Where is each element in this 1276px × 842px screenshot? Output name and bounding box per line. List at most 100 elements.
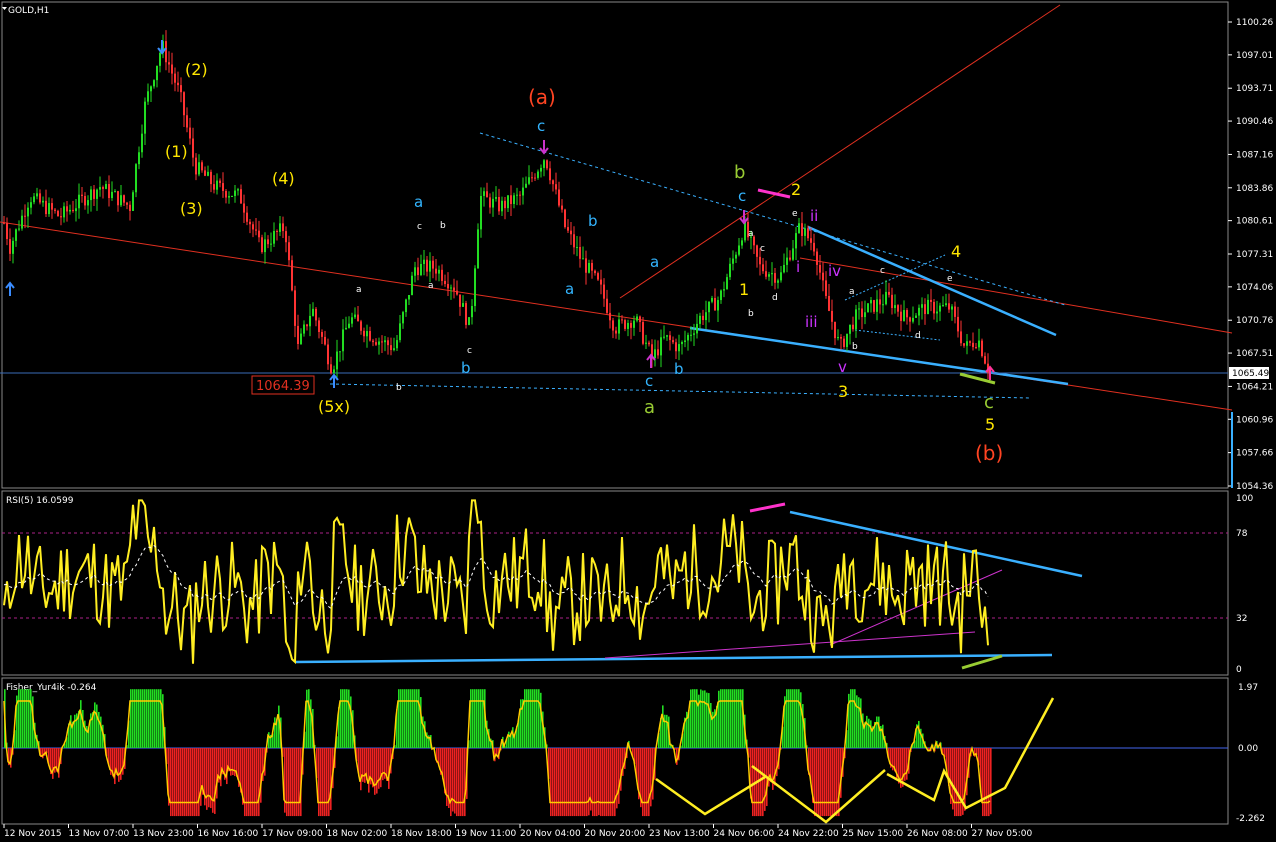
candle-body — [444, 280, 446, 284]
fisher-bar — [476, 689, 478, 748]
fisher-bar — [666, 714, 668, 748]
candle-body — [513, 195, 515, 205]
candle-body — [621, 319, 623, 321]
rsi-panel: 100 78 32 0 — [2, 494, 1253, 675]
fisher-bar — [690, 689, 692, 748]
candle-body — [366, 331, 368, 337]
candle-body — [324, 336, 326, 345]
fisher-bar — [588, 748, 590, 816]
fisher-bar — [650, 748, 652, 807]
fisher-bar — [292, 748, 294, 817]
candle-body — [3, 222, 5, 224]
candle-body — [312, 308, 314, 316]
candle-body — [951, 306, 953, 310]
y-tick-label: 1074.06 — [1236, 283, 1273, 293]
fisher-bar — [836, 748, 838, 817]
fisher-bar — [418, 689, 420, 748]
candle-body — [654, 349, 656, 359]
candle-body — [417, 267, 419, 276]
candle-body — [777, 280, 779, 283]
candle-body — [543, 160, 545, 168]
candle-body — [102, 187, 104, 189]
fisher-bar — [132, 689, 134, 748]
candle-body — [924, 304, 926, 315]
candle-body — [867, 303, 869, 313]
fisher-bar — [274, 717, 276, 748]
x-axis: 12 Nov 2015 13 Nov 07:00 13 Nov 23:00 16 No… — [3, 824, 1032, 839]
fisher-bar — [726, 689, 728, 748]
candle-body — [246, 212, 248, 222]
candle-body — [681, 341, 683, 345]
candle-body — [531, 177, 533, 179]
fisher-bar — [306, 689, 308, 748]
dropdown-triangle-icon[interactable] — [2, 7, 7, 10]
candle-body — [918, 307, 920, 316]
candle-body — [447, 283, 449, 289]
rsi-blue-resistance — [789, 510, 1083, 578]
fisher-bar — [290, 748, 292, 817]
wave-label: (5x) — [318, 397, 350, 416]
blue-small-upper — [844, 254, 946, 301]
wave-label: 2 — [791, 180, 801, 199]
y-tick-label: 1087.16 — [1236, 150, 1273, 160]
candle-body — [939, 305, 941, 312]
fisher-bar — [192, 748, 194, 817]
trading-chart[interactable]: GOLD,H1 RSI(5) 16.0599 Fisher_Yur4ik -0.… — [0, 0, 1276, 842]
candle-body — [843, 338, 845, 347]
candle-body — [903, 310, 905, 321]
candle-body — [63, 206, 65, 218]
candle-body — [936, 311, 938, 314]
fisher-bar — [380, 748, 382, 788]
candle-body — [237, 189, 239, 191]
svg-text:b: b — [440, 221, 446, 231]
candle-body — [885, 291, 887, 305]
candle-body — [612, 320, 614, 331]
fisher-bar — [560, 748, 562, 817]
candle-body — [699, 315, 701, 324]
candle-body — [474, 268, 476, 307]
fisher-bar — [956, 748, 958, 817]
fisher-bar — [96, 704, 98, 748]
rsi-line — [3, 499, 989, 665]
wave-label: 5 — [985, 415, 995, 434]
candle-body — [279, 223, 281, 232]
candle-body — [60, 216, 62, 218]
candle-body — [396, 340, 398, 349]
candle-body — [486, 191, 488, 198]
candle-body — [759, 256, 761, 265]
fisher-bar — [598, 748, 600, 816]
candle-body — [705, 312, 707, 321]
candle-body — [288, 242, 290, 261]
fisher-bar — [730, 689, 732, 748]
y-axis-main: 1100.26 1097.01 1093.71 1090.46 1087.16 1083.… — [1228, 18, 1273, 492]
candle-body — [927, 299, 929, 315]
fisher-bar — [22, 689, 24, 748]
fisher-bar — [520, 699, 522, 748]
candle-body — [915, 315, 917, 318]
candle-body — [792, 248, 794, 260]
candle-body — [159, 52, 161, 66]
candle-body — [825, 280, 827, 296]
wave-labels: (2) (1) (3) (4) (5x) (a) (b) b a c 2 1 3… — [165, 60, 1003, 465]
x-tick-label: 23 Nov 13:00 — [649, 829, 710, 839]
fisher-bar — [594, 748, 596, 817]
fisher-bar — [964, 748, 966, 811]
candle-body — [372, 340, 374, 343]
fisher-bar — [720, 689, 722, 748]
wave-label: (b) — [975, 441, 1003, 465]
fisher-bar — [704, 690, 706, 748]
svg-text:100: 100 — [1236, 494, 1253, 504]
candle-body — [420, 263, 422, 276]
price-marker-label: 1064.39 — [256, 379, 310, 394]
candle-body — [666, 335, 668, 337]
candle-body — [546, 160, 548, 169]
fisher-bar — [214, 748, 216, 814]
candle-body — [285, 231, 287, 243]
fisher-bar — [320, 748, 322, 817]
fisher-bar — [826, 748, 828, 817]
fisher-bar — [702, 690, 704, 748]
candle-body — [48, 203, 50, 215]
candle-body — [426, 259, 428, 272]
candle-body — [414, 267, 416, 276]
candle-body — [333, 369, 335, 374]
